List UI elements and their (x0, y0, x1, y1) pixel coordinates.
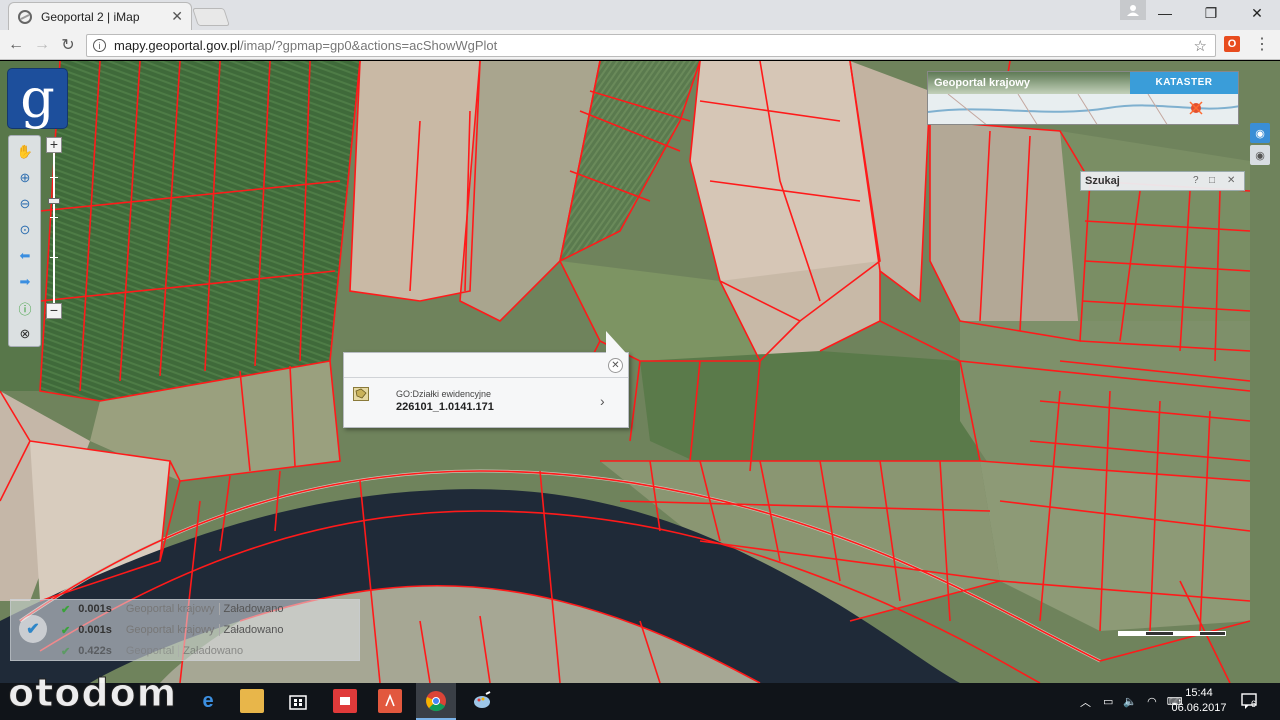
taskbar-clock[interactable]: 15:44 06.06.2017 (1170, 686, 1228, 716)
new-tab-button[interactable] (192, 8, 230, 26)
status-time: 0.422s (78, 645, 112, 657)
bookmark-star-icon[interactable]: ☆ (1194, 37, 1207, 55)
close-window-button[interactable]: ✕ (1234, 0, 1280, 26)
overview-title: Geoportal krajowy (934, 77, 1030, 89)
side-tool-buttons: ◉ ◉ (1250, 123, 1270, 167)
site-info-icon[interactable]: i (93, 39, 106, 52)
zoom-track[interactable] (53, 153, 55, 303)
zoom-out-icon[interactable]: ⊖ (15, 194, 35, 214)
zoom-tick (50, 177, 58, 178)
tab-title: Geoportal 2 | iMap (41, 9, 140, 24)
paint-app-icon[interactable] (470, 689, 494, 713)
search-window-title: Szukaj (1085, 175, 1120, 187)
parcel-info-popup: ✕ GO:Działki ewidencyjne 226101_1.0141.1… (343, 331, 629, 428)
edge-icon[interactable]: e (196, 689, 220, 713)
status-row: ✔ 0.001s Geoportal krajowy Załadowano (61, 599, 283, 619)
restore-button[interactable]: ❐ (1188, 0, 1234, 26)
map-tools-panel: ✋ ⊕ ⊖ ⊙ ⬅ ➡ ⓘ ⊗ (8, 135, 41, 347)
info-icon[interactable]: ⓘ (15, 298, 35, 318)
layer-status-panel: ✔ ✔ 0.001s Geoportal krajowy Załadowano … (10, 599, 360, 661)
status-state: Załadowano (223, 624, 284, 636)
ok-check-icon: ✔ (61, 603, 71, 616)
ok-check-icon: ✔ (61, 645, 71, 658)
chrome-icon[interactable] (424, 689, 448, 713)
geoportal-logo[interactable]: g (8, 69, 67, 128)
aerial-map-with-parcels (0, 61, 1280, 683)
status-source: Geoportal (126, 645, 180, 657)
measure-icon[interactable]: ⊗ (15, 324, 35, 344)
status-time: 0.001s (78, 624, 112, 636)
zoom-slider[interactable]: + − (44, 137, 64, 323)
back-arrow-icon[interactable]: ← (6, 35, 26, 55)
zoom-handle[interactable] (48, 198, 60, 204)
next-view-icon[interactable]: ➡ (15, 272, 35, 292)
overview-map-panel[interactable]: Geoportal krajowy KATASTER (927, 71, 1239, 125)
volume-icon[interactable]: 🔈 (1123, 695, 1137, 708)
geoportal-favicon-icon (17, 9, 33, 25)
office-extension-icon[interactable]: O (1224, 36, 1240, 52)
zoom-in-icon[interactable]: ⊕ (15, 168, 35, 188)
otodom-watermark: otodom (7, 671, 178, 716)
parcel-layer-icon (353, 387, 369, 401)
status-source: Geoportal krajowy (126, 603, 220, 615)
file-explorer-icon[interactable] (240, 689, 264, 713)
battery-icon[interactable]: ▭ (1103, 695, 1113, 708)
zoom-tick (50, 257, 58, 258)
ok-check-icon: ✔ (61, 624, 71, 637)
status-time: 0.001s (78, 603, 112, 615)
search-window-header[interactable]: Szukaj ? □ ✕ (1080, 171, 1245, 191)
kataster-layer-button[interactable]: KATASTER (1130, 72, 1238, 94)
tab-close-icon[interactable]: ✕ (171, 8, 183, 25)
notification-count: 6 (1251, 699, 1257, 709)
clock-date: 06.06.2017 (1171, 702, 1227, 714)
zoom-minus-button[interactable]: − (46, 303, 62, 319)
url-host: mapy.geoportal.gov.pl (114, 38, 240, 53)
zoom-plus-button[interactable]: + (46, 137, 62, 153)
maximize-icon[interactable]: □ (1209, 175, 1215, 186)
popup-close-icon[interactable]: ✕ (608, 358, 623, 373)
minimize-button[interactable]: — (1142, 0, 1188, 26)
status-row: ✔ 0.001s Geoportal krajowy Załadowano (61, 620, 283, 640)
address-bar[interactable]: i mapy.geoportal.gov.pl/imap/?gpmap=gp0&… (86, 34, 1216, 57)
browser-tab-bar: Geoportal 2 | iMap ✕ — ❐ ✕ (0, 0, 1280, 30)
browser-toolbar: ← → ↻ i mapy.geoportal.gov.pl/imap/?gpma… (0, 30, 1280, 60)
browser-menu-icon[interactable]: ⋮ (1254, 34, 1270, 54)
map-scale-bar (1118, 631, 1226, 636)
system-tray: ︿ ▭ 🔈 ◠ ⌨ (1080, 683, 1183, 720)
forward-arrow-icon[interactable]: → (32, 35, 52, 55)
windows-taskbar: e ︿ ▭ 🔈 ◠ ⌨ 15:44 06.06.2017 6 (0, 683, 1280, 720)
popup-more-arrow-icon[interactable]: › (600, 393, 605, 409)
status-row: ✔ 0.422s Geoportal Załadowano (61, 641, 243, 661)
pan-hand-icon[interactable]: ✋ (15, 142, 35, 162)
overview-mini-map (928, 94, 1238, 124)
reader-app-icon[interactable] (333, 689, 357, 713)
tray-chevron-icon[interactable]: ︿ (1080, 694, 1091, 710)
wifi-icon[interactable]: ◠ (1147, 695, 1157, 708)
previous-view-icon[interactable]: ⬅ (15, 246, 35, 266)
zoom-tick (50, 217, 58, 218)
popup-divider (344, 377, 628, 378)
notification-center-icon[interactable]: 6 (1240, 691, 1260, 711)
zoom-extent-icon[interactable]: ⊙ (15, 220, 35, 240)
popup-pointer (606, 331, 626, 353)
status-state: Załadowano (223, 603, 284, 615)
browser-tab-geoportal[interactable]: Geoportal 2 | iMap ✕ (8, 2, 192, 30)
status-state: Załadowano (183, 645, 244, 657)
eye-visible-icon[interactable]: ◉ (1250, 123, 1270, 143)
popup-layer-name: GO:Działki ewidencyjne (396, 389, 492, 399)
popup-parcel-id[interactable]: 226101_1.0141.171 (396, 401, 494, 413)
eye-icon[interactable]: ◉ (1250, 145, 1270, 165)
status-source: Geoportal krajowy (126, 624, 220, 636)
url-path: /imap/?gpmap=gp0&actions=acShowWgPlot (239, 38, 498, 53)
clock-time: 15:44 (1185, 687, 1213, 699)
map-canvas[interactable]: g ✋ ⊕ ⊖ ⊙ ⬅ ➡ ⓘ ⊗ + − Geoportal krajowy … (0, 61, 1280, 683)
store-icon[interactable] (286, 689, 310, 713)
window-controls: — ❐ ✕ (1142, 0, 1280, 26)
help-icon[interactable]: ? (1193, 175, 1199, 186)
acrobat-icon[interactable] (378, 689, 402, 713)
status-check-icon[interactable]: ✔ (19, 615, 47, 643)
close-icon[interactable]: ✕ (1227, 175, 1235, 186)
reload-icon[interactable]: ↻ (58, 35, 78, 55)
